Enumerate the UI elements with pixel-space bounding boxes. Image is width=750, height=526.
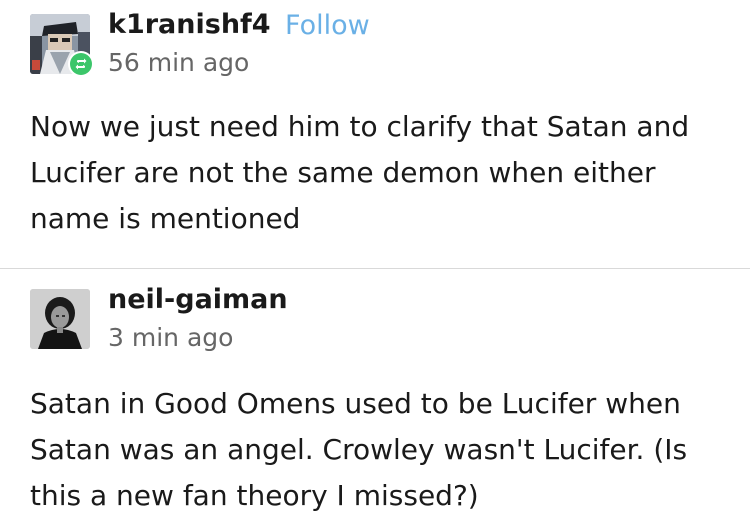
user-avatar-icon: [30, 289, 90, 349]
username[interactable]: neil-gaiman: [108, 284, 288, 315]
follow-button[interactable]: Follow: [285, 10, 370, 41]
post-reply-neil-gaiman: neil-gaiman 3 min ago Satan in Good Omen…: [0, 269, 750, 526]
reblog-icon: [75, 58, 87, 70]
post-reply-k1ranishf4: k1ranishf4 Follow 56 min ago Now we just…: [0, 0, 750, 268]
post-body: Now we just need him to clarify that Sat…: [30, 110, 690, 235]
timestamp[interactable]: 56 min ago: [108, 48, 249, 77]
username[interactable]: k1ranishf4: [108, 9, 271, 40]
timestamp[interactable]: 3 min ago: [108, 323, 233, 352]
post-body: Satan in Good Omens used to be Lucifer w…: [30, 387, 688, 512]
avatar[interactable]: [30, 289, 90, 349]
reblog-badge: [68, 51, 94, 77]
